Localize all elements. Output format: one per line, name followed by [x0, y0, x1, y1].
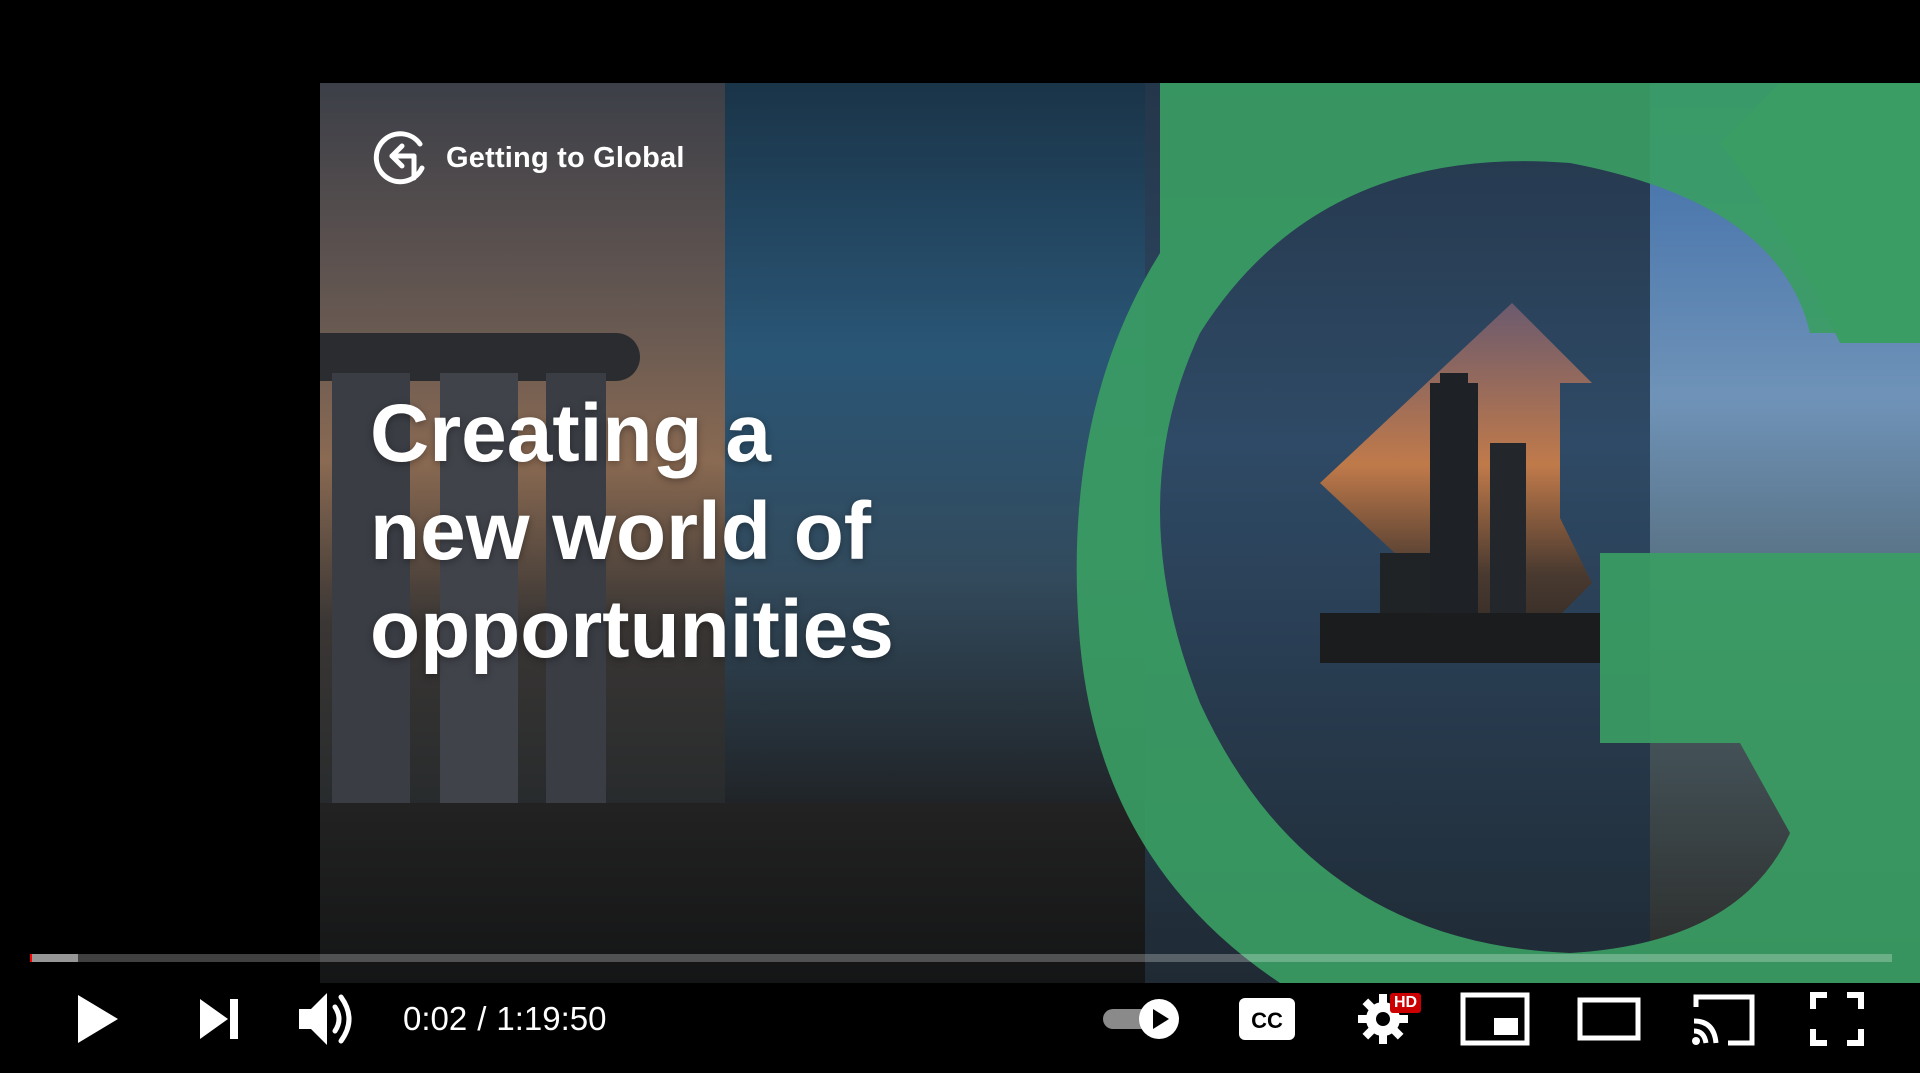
fullscreen-icon [1810, 992, 1864, 1046]
duration: 1:19:50 [496, 1000, 607, 1037]
headline-line-2: new world of [370, 486, 872, 577]
headline-line-3: opportunities [370, 584, 894, 675]
time-display: 0:02 / 1:19:50 [403, 983, 607, 1055]
autoplay-toggle-icon [1103, 999, 1179, 1039]
video-player[interactable]: Getting to Global Creating a new world o… [0, 0, 1920, 1073]
progress-buffered [30, 954, 79, 962]
cast-icon [1692, 994, 1755, 1046]
time-separator: / [477, 1000, 487, 1037]
play-icon [78, 995, 118, 1043]
video-frame[interactable]: Getting to Global Creating a new world o… [320, 83, 1920, 983]
brand-logo: Getting to Global [372, 128, 685, 188]
headline-line-1: Creating a [370, 388, 771, 479]
cast-button[interactable] [1686, 983, 1760, 1055]
theater-mode-button[interactable] [1572, 983, 1646, 1055]
fullscreen-button[interactable] [1800, 983, 1874, 1055]
volume-icon [299, 993, 352, 1045]
theater-icon [1577, 997, 1641, 1041]
progress-bar[interactable] [30, 954, 1892, 962]
miniplayer-button[interactable] [1458, 983, 1532, 1055]
brand-name: Getting to Global [446, 141, 685, 174]
getting-to-global-logo-icon [373, 131, 425, 185]
hd-badge: HD [1390, 993, 1422, 1013]
autoplay-toggle[interactable] [1098, 983, 1188, 1055]
svg-text:CC: CC [1251, 1008, 1283, 1033]
captions-button[interactable]: CC [1230, 983, 1304, 1055]
miniplayer-icon [1460, 992, 1530, 1046]
slide-headline: Creating a new world of opportunities [370, 385, 894, 679]
player-controls: 0:02 / 1:19:50 CC HD [0, 983, 1920, 1073]
mute-button[interactable] [292, 983, 362, 1055]
progress-played [30, 954, 32, 962]
current-time: 0:02 [403, 1000, 468, 1037]
captions-icon: CC [1239, 998, 1295, 1040]
play-button[interactable] [62, 983, 132, 1055]
next-icon [200, 999, 238, 1039]
next-button[interactable] [184, 983, 254, 1055]
